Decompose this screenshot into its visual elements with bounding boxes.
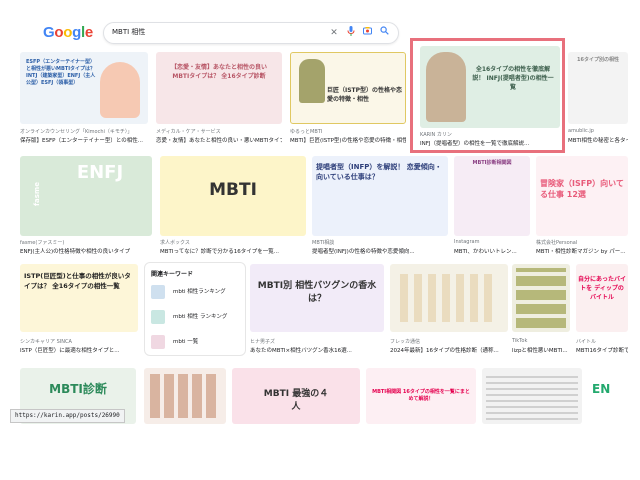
illustration [299,59,325,103]
image-result[interactable]: 提唱者型（INFP）を解説！ 恋愛傾向・向いている仕事は？ [312,156,448,236]
close-icon[interactable]: ✕ [327,26,341,40]
header: Google ✕ [0,0,640,44]
result-title[interactable]: MBTI】巨匠(ISTP型)の性格や恋愛の特徴・相性... [290,136,406,144]
image-result[interactable]: 冒険家（ISFP）向いてる仕事 12選 [536,156,628,236]
image-result[interactable]: EN [590,368,628,424]
result-title[interactable]: MBTI、かわいいトレン... [454,247,530,255]
keyword-thumbnail [151,310,165,324]
image-text: 冒険家（ISFP）向いてる仕事 12選 [540,179,624,199]
keyword-label: mbti 一覧 [173,339,199,345]
keyword-item[interactable]: mbti 相性 ランキング [151,308,233,328]
result-title[interactable]: MBTI16タイプ診断でわかる... [576,346,628,354]
illustration [516,268,566,328]
result-title[interactable]: ISTP（巨匠型）に最適な相性タイプと... [20,346,138,354]
keyword-label: mbti 相性 ランキング [173,314,228,320]
result-title[interactable]: 恋愛・友情】あなたと相性の良い・悪いMBTIタイプ... [156,136,282,144]
image-result[interactable]: ENFJ fasme [20,156,152,236]
image-text: MBTI相関図 16タイプの相性を一覧にまとめて解説！ [372,389,470,402]
image-result[interactable]: MBTI 最強の４人 [232,368,360,424]
result-source[interactable]: fasme(ファスミー) [20,239,152,246]
search-icon[interactable] [377,26,391,40]
result-title[interactable]: 2024年最新】16タイプの性格診断（通称... [390,346,508,354]
image-text: ESFP（エンターテイナー型）と相性が悪いMBTIタイプは？ INTJ（建築家型… [26,59,96,86]
search-box[interactable]: ✕ [103,22,399,44]
result-title[interactable]: MBTI相性の秘密と各タイプの... [568,136,628,144]
image-result[interactable]: MBTI [160,156,306,236]
image-result[interactable]: MBTI診断相関図 [454,156,530,236]
image-result[interactable] [144,368,226,424]
brand-label: fasme [33,182,41,206]
logo-letter: e [84,24,93,41]
image-text: 16タイプ別の相性 [577,57,619,63]
image-result[interactable] [482,368,582,424]
image-text: 全16タイプの相性を徹底解説！ INFJ(提唱者型)の相性一覧 [472,66,554,91]
keyword-label: mbti 相性ランキング [173,289,226,295]
result-source[interactable]: オンラインカウンセリング「Kimochi（キモチ）」 [20,128,148,135]
image-result[interactable]: 巨匠（ISTP型）の性格や恋愛の特徴・相性 [290,52,406,124]
logo-letter: G [43,24,55,41]
image-text: ENFJ [76,162,124,183]
result-title[interactable]: 提唱者型(INFJ)の性格の特徴や恋愛傾向... [312,247,448,255]
image-text: ISTP(巨匠型)と仕事の相性が良いタイプは？ 全16タイプの相性一覧 [24,272,131,290]
image-result[interactable]: 16タイプ別の相性 [568,52,628,124]
image-result[interactable]: 全16タイプの相性を徹底解説！ INFJ(提唱者型)の相性一覧 [420,46,560,128]
image-result[interactable]: 【恋愛・友情】あなたと相性の良いMBTIタイプは？ 全16タイプ診断 [156,52,282,124]
image-text: 自分にあったバイトを ディップのバイトル [578,276,627,301]
keyword-item[interactable]: mbti 一覧 [151,333,233,353]
keyword-thumbnail [151,335,165,349]
result-title[interactable]: MBTI・相性診断マガジン by パー... [536,247,628,255]
image-text: EN [592,382,611,396]
keyword-item[interactable]: mbti 相性ランキング [151,283,233,303]
image-result[interactable]: ISTP(巨匠型)と仕事の相性が良いタイプは？ 全16タイプの相性一覧 [20,264,138,332]
mic-icon[interactable] [344,26,358,40]
result-title[interactable]: MBTIってなに？診断で分かる16タイプを一覧... [160,247,306,255]
result-source[interactable]: 株式会社Personal [536,239,628,246]
result-title[interactable]: INFJ（提唱者型）の相性を一覧で徹底解説... [420,139,560,147]
camera-icon[interactable] [360,26,374,40]
result-title[interactable]: ENFJ(主人公)の性格特徴や相性の良いタイプ [20,247,152,255]
image-text: 【恋愛・友情】あなたと相性の良いMBTIタイプは？ 全16タイプ診断 [170,64,267,80]
image-text: MBTI別 相性バツグンの香水は？ [257,281,377,304]
illustration [150,374,220,418]
image-text: MBTI診断相関図 [472,160,512,166]
image-result[interactable]: MBTI相関図 16タイプの相性を一覧にまとめて解説！ [366,368,476,424]
keyword-thumbnail [151,285,165,299]
image-text: MBTI [209,180,257,200]
illustration [426,52,466,122]
google-logo[interactable]: Google [43,24,93,41]
image-text: MBTI診断 [49,382,107,396]
result-source[interactable]: シンカキャリア SINCA [20,338,138,345]
result-title[interactable]: あなたのMBTI×相性バツグン香水16選... [250,346,384,354]
result-source[interactable]: バイトル [576,338,628,345]
result-source[interactable]: ヒナ男子ズ [250,338,384,345]
image-result[interactable]: MBTI別 相性バツグンの香水は？ [250,264,384,332]
result-source[interactable]: KARIN カリン [420,131,560,138]
result-source[interactable]: amublic.jp [568,128,628,134]
image-text: 提唱者型（INFP）を解説！ 恋愛傾向・向いている仕事は？ [316,163,442,181]
result-source[interactable]: Instagram [454,239,530,245]
illustration [400,274,498,322]
result-source[interactable]: 求人ボックス [160,239,306,246]
result-source[interactable]: TikTok [512,338,570,344]
illustration [486,372,578,420]
logo-letter: o [54,24,64,41]
image-result[interactable] [512,264,570,332]
search-input[interactable] [112,25,312,39]
result-source[interactable]: フレッカ通信 [390,338,508,345]
image-result[interactable]: 自分にあったバイトを ディップのバイトル [576,264,628,332]
image-text: 巨匠（ISTP型）の性格や恋愛の特徴・相性 [327,87,403,103]
status-bar-url: https://karin.app/posts/26990 [10,409,125,423]
illustration [100,62,140,118]
image-result[interactable] [390,264,508,332]
result-title[interactable]: lizpと相性悪いMBTI... [512,346,570,354]
image-text: MBTI 最強の４人 [263,389,329,412]
logo-letter: o [63,24,73,41]
result-title[interactable]: 保存版】ESFP（エンターテイナー型）との相性... [20,136,148,144]
logo-letter: g [72,24,81,41]
related-keywords-heading: 関連キーワード [151,271,194,278]
image-result[interactable]: ESFP（エンターテイナー型）と相性が悪いMBTIタイプは？ INTJ（建築家型… [20,52,148,124]
result-source[interactable]: メディカル・ケア・サービス [156,128,282,135]
result-source[interactable]: MBTI相談 [312,239,448,246]
result-source[interactable]: ゆるっとMBTI [290,128,406,135]
